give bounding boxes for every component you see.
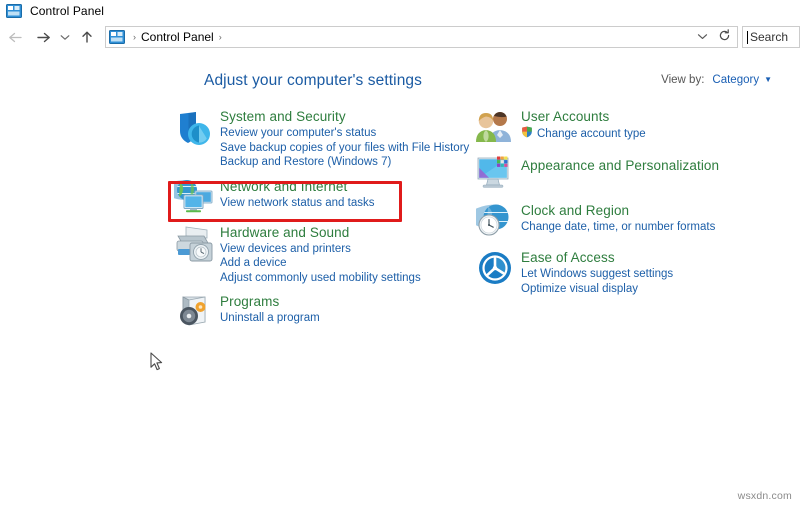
category-link[interactable]: Review your computer's status — [220, 126, 472, 141]
category-body: Hardware and Sound View devices and prin… — [216, 224, 472, 286]
address-chevron-down-icon[interactable] — [693, 32, 714, 42]
category-title[interactable]: Appearance and Personalization — [521, 153, 773, 179]
category-body: System and Security Review your computer… — [216, 108, 472, 170]
category-user-accounts[interactable]: User Accounts Change account type — [473, 108, 773, 143]
network-globe-monitor-icon — [172, 178, 216, 215]
category-title[interactable]: Network and Internet — [220, 178, 472, 195]
control-panel-content: Adjust your computer's settings View by:… — [0, 52, 800, 509]
recent-locations-chevron-down-icon[interactable] — [58, 26, 72, 48]
category-link[interactable]: Change account type — [521, 126, 773, 143]
uac-shield-icon — [521, 126, 533, 143]
category-network-and-internet[interactable]: Network and Internet View network status… — [172, 178, 472, 215]
category-hardware-and-sound[interactable]: Hardware and Sound View devices and prin… — [172, 224, 472, 286]
category-system-and-security[interactable]: System and Security Review your computer… — [172, 108, 472, 170]
watermark: wsxdn.com — [737, 490, 792, 502]
category-body: Appearance and Personalization — [517, 153, 773, 180]
search-input[interactable]: Search — [742, 26, 800, 48]
arrow-pointer-icon — [150, 352, 164, 372]
title-bar: Control Panel — [0, 0, 800, 22]
breadcrumb-item-control-panel[interactable]: Control Panel — [141, 30, 214, 44]
breadcrumb-separator-1[interactable]: › — [128, 32, 141, 42]
category-body: Programs Uninstall a program — [216, 293, 472, 326]
view-by-value[interactable]: Category — [712, 74, 759, 86]
address-bar: › Control Panel › Search — [0, 24, 800, 50]
category-clock-and-region[interactable]: Clock and Region Change date, time, or n… — [473, 202, 773, 239]
people-icon — [473, 108, 517, 143]
search-placeholder: Search — [750, 30, 789, 44]
category-title[interactable]: Clock and Region — [521, 202, 773, 219]
page-title: Adjust your computer's settings — [204, 72, 422, 89]
category-title[interactable]: User Accounts — [521, 108, 773, 125]
control-panel-icon — [6, 4, 22, 18]
breadcrumb[interactable]: › Control Panel › — [105, 26, 738, 48]
category-programs[interactable]: Programs Uninstall a program — [172, 293, 472, 330]
ease-of-access-icon — [473, 249, 517, 286]
category-link[interactable]: Add a device — [220, 256, 472, 271]
refresh-icon[interactable] — [714, 29, 735, 45]
category-link[interactable]: Save backup copies of your files with Fi… — [220, 141, 472, 156]
category-appearance-and-personalization[interactable]: Appearance and Personalization — [473, 153, 773, 190]
program-disc-icon — [172, 293, 216, 330]
category-body: Clock and Region Change date, time, or n… — [517, 202, 773, 235]
view-by-label: View by: — [661, 74, 705, 86]
up-arrow-icon[interactable] — [76, 26, 98, 48]
category-link[interactable]: Uninstall a program — [220, 311, 472, 326]
view-by-control[interactable]: View by: Category ▼ — [661, 74, 772, 86]
category-link[interactable]: View devices and printers — [220, 242, 472, 257]
category-link[interactable]: Let Windows suggest settings — [521, 267, 773, 282]
category-title[interactable]: Ease of Access — [521, 249, 773, 266]
view-by-chevron-down-icon[interactable]: ▼ — [764, 75, 772, 84]
category-link[interactable]: Backup and Restore (Windows 7) — [220, 155, 472, 170]
breadcrumb-separator-2[interactable]: › — [214, 32, 227, 42]
breadcrumb-control-panel-icon — [109, 30, 125, 44]
control-panel-window: Control Panel › Control Panel › Search A… — [0, 0, 800, 509]
forward-arrow-icon[interactable] — [32, 26, 54, 48]
category-title[interactable]: System and Security — [220, 108, 472, 125]
category-link[interactable]: Adjust commonly used mobility settings — [220, 271, 472, 286]
back-arrow-icon[interactable] — [4, 26, 26, 48]
category-link[interactable]: Optimize visual display — [521, 282, 773, 297]
category-title[interactable]: Hardware and Sound — [220, 224, 472, 241]
category-body: Network and Internet View network status… — [216, 178, 472, 211]
category-body: User Accounts Change account type — [517, 108, 773, 143]
category-link[interactable]: Change date, time, or number formats — [521, 220, 773, 235]
category-column-left: System and Security Review your computer… — [172, 108, 472, 330]
globe-clock-icon — [473, 202, 517, 239]
category-body: Ease of Access Let Windows suggest setti… — [517, 249, 773, 296]
shield-icon — [172, 108, 216, 147]
printer-speaker-icon — [172, 224, 216, 263]
monitor-palette-icon — [473, 153, 517, 190]
category-link-text: Change account type — [537, 128, 646, 140]
window-title: Control Panel — [30, 4, 105, 18]
category-title[interactable]: Programs — [220, 293, 472, 310]
category-ease-of-access[interactable]: Ease of Access Let Windows suggest setti… — [473, 249, 773, 296]
search-caret — [747, 30, 748, 44]
category-link[interactable]: View network status and tasks — [220, 196, 472, 211]
category-column-right: User Accounts Change account type Appear… — [473, 108, 773, 296]
